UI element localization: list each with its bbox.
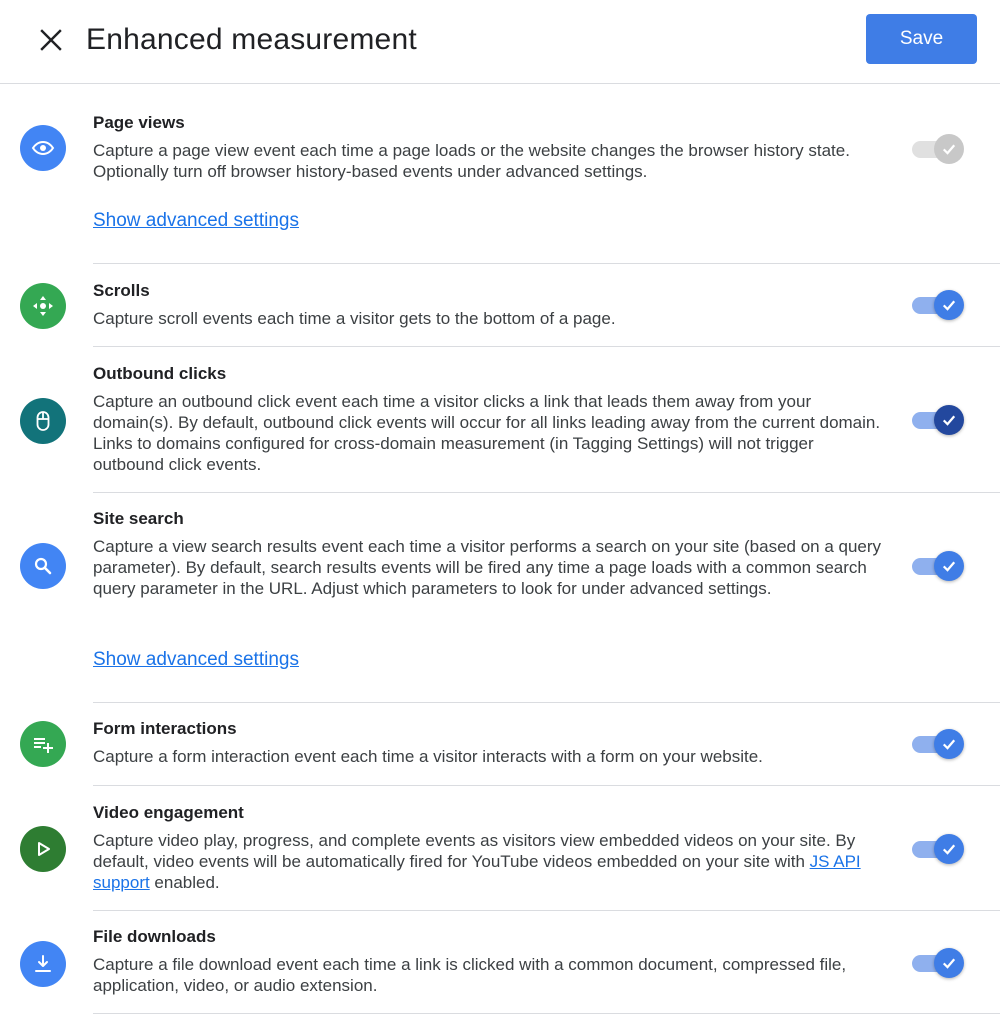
section-description: Capture an outbound click event each tim… bbox=[93, 392, 881, 474]
section-description: Capture a view search results event each… bbox=[93, 537, 882, 598]
play-icon bbox=[20, 826, 66, 872]
divider bbox=[93, 1013, 1000, 1014]
video-engagement-toggle[interactable] bbox=[912, 834, 964, 864]
close-button[interactable] bbox=[34, 23, 68, 57]
section-description: Capture video play, progress, and comple… bbox=[93, 831, 861, 892]
section-title: Video engagement bbox=[93, 803, 244, 822]
section-description: Capture scroll events each time a visito… bbox=[93, 309, 616, 328]
save-button[interactable]: Save bbox=[866, 14, 977, 64]
check-icon bbox=[942, 144, 956, 155]
divider bbox=[93, 702, 1000, 703]
eye-icon bbox=[20, 125, 66, 171]
check-icon bbox=[942, 415, 956, 426]
page-views-toggle[interactable] bbox=[912, 134, 964, 164]
divider bbox=[93, 910, 1000, 911]
divider bbox=[93, 346, 1000, 347]
check-icon bbox=[942, 739, 956, 750]
file-downloads-toggle[interactable] bbox=[912, 948, 964, 978]
close-icon bbox=[40, 29, 62, 51]
section-description: Capture a file download event each time … bbox=[93, 955, 847, 995]
divider bbox=[93, 785, 1000, 786]
section-title: Page views bbox=[93, 113, 185, 132]
check-icon bbox=[942, 844, 956, 855]
section-title: Form interactions bbox=[93, 719, 237, 738]
show-advanced-settings-link[interactable]: Show advanced settings bbox=[93, 209, 299, 233]
scroll-arrows-icon bbox=[20, 283, 66, 329]
playlist-add-icon bbox=[20, 721, 66, 767]
site-search-toggle[interactable] bbox=[912, 551, 964, 581]
divider bbox=[93, 263, 1000, 264]
dialog-header: Enhanced measurement Save bbox=[0, 0, 1000, 84]
check-icon bbox=[942, 958, 956, 969]
outbound-clicks-toggle[interactable] bbox=[912, 405, 964, 435]
form-interactions-toggle[interactable] bbox=[912, 729, 964, 759]
divider bbox=[93, 492, 1000, 493]
section-title: File downloads bbox=[93, 927, 216, 946]
section-description: Capture a page view event each time a pa… bbox=[93, 141, 850, 181]
scrolls-toggle[interactable] bbox=[912, 290, 964, 320]
show-advanced-settings-link[interactable]: Show advanced settings bbox=[93, 648, 299, 672]
section-title: Scrolls bbox=[93, 281, 150, 300]
search-icon bbox=[20, 543, 66, 589]
page-title: Enhanced measurement bbox=[86, 23, 417, 56]
section-title: Outbound clicks bbox=[93, 364, 227, 383]
section-title: Site search bbox=[93, 509, 184, 528]
mouse-icon bbox=[20, 398, 66, 444]
section-description: Capture a form interaction event each ti… bbox=[93, 747, 763, 766]
download-icon bbox=[20, 941, 66, 987]
check-icon bbox=[942, 561, 956, 572]
check-icon bbox=[942, 300, 956, 311]
